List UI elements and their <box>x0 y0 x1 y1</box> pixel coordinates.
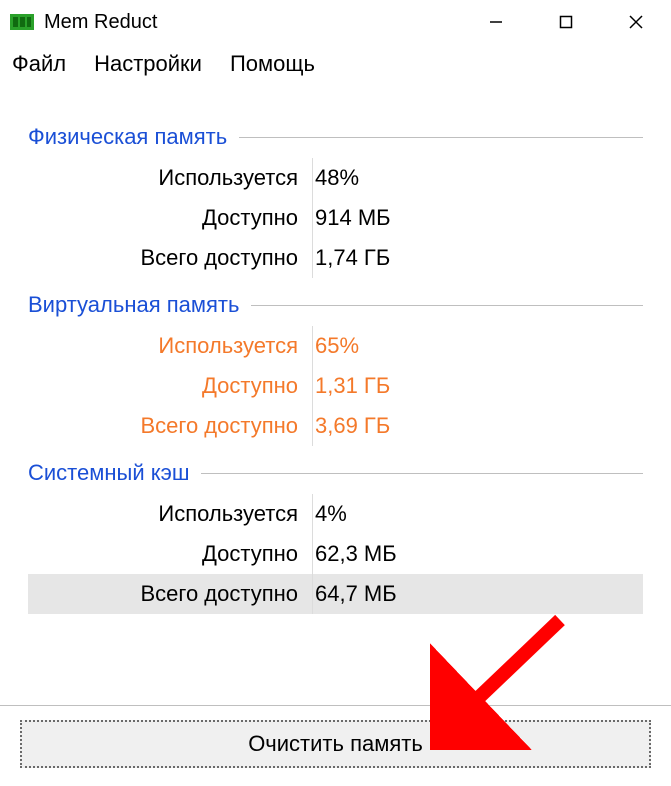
phys-used-value: 48% <box>313 165 359 191</box>
cache-avail-row: Доступно 62,3 МБ <box>28 534 643 574</box>
section-cache-title: Системный кэш <box>28 460 189 486</box>
virt-avail-value: 1,31 ГБ <box>313 373 390 399</box>
cache-used-value: 4% <box>313 501 347 527</box>
cache-total-row: Всего доступно 64,7 МБ <box>28 574 643 614</box>
phys-used-row: Используется 48% <box>28 158 643 198</box>
app-icon <box>10 13 34 31</box>
virt-used-row: Используется 65% <box>28 326 643 366</box>
menu-file[interactable]: Файл <box>12 51 66 77</box>
close-button[interactable] <box>601 0 671 44</box>
cache-avail-value: 62,3 МБ <box>313 541 397 567</box>
titlebar: Mem Reduct <box>0 0 671 44</box>
cache-avail-label: Доступно <box>28 541 312 567</box>
virt-total-row: Всего доступно 3,69 ГБ <box>28 406 643 446</box>
virt-total-label: Всего доступно <box>28 413 312 439</box>
section-physical-title: Физическая память <box>28 124 227 150</box>
cache-used-label: Используется <box>28 501 312 527</box>
clear-memory-label: Очистить память <box>248 731 423 757</box>
virt-avail-label: Доступно <box>28 373 312 399</box>
window-title: Mem Reduct <box>44 11 157 34</box>
virt-avail-row: Доступно 1,31 ГБ <box>28 366 643 406</box>
cache-total-label: Всего доступно <box>28 581 312 607</box>
virt-total-value: 3,69 ГБ <box>313 413 390 439</box>
section-virtual-title: Виртуальная память <box>28 292 239 318</box>
phys-avail-label: Доступно <box>28 205 312 231</box>
maximize-button[interactable] <box>531 0 601 44</box>
virt-used-label: Используется <box>28 333 312 359</box>
app-window: Mem Reduct Файл Настройки Помощь Физичес… <box>0 0 671 786</box>
menu-settings[interactable]: Настройки <box>94 51 202 77</box>
phys-total-row: Всего доступно 1,74 ГБ <box>28 238 643 278</box>
section-virtual-header: Виртуальная память <box>28 292 643 318</box>
phys-used-label: Используется <box>28 165 312 191</box>
clear-memory-button[interactable]: Очистить память <box>20 720 651 768</box>
section-physical-header: Физическая память <box>28 124 643 150</box>
content-area: Физическая память Используется 48% Досту… <box>0 84 671 705</box>
phys-avail-row: Доступно 914 МБ <box>28 198 643 238</box>
divider-line <box>239 137 643 138</box>
cache-used-row: Используется 4% <box>28 494 643 534</box>
phys-total-label: Всего доступно <box>28 245 312 271</box>
divider-line <box>251 305 643 306</box>
phys-total-value: 1,74 ГБ <box>313 245 390 271</box>
menubar: Файл Настройки Помощь <box>0 44 671 84</box>
section-cache-header: Системный кэш <box>28 460 643 486</box>
footer: Очистить память <box>0 705 671 786</box>
cache-total-value: 64,7 МБ <box>313 581 397 607</box>
phys-avail-value: 914 МБ <box>313 205 391 231</box>
minimize-button[interactable] <box>461 0 531 44</box>
menu-help[interactable]: Помощь <box>230 51 315 77</box>
window-controls <box>461 0 671 44</box>
divider-line <box>201 473 643 474</box>
virt-used-value: 65% <box>313 333 359 359</box>
